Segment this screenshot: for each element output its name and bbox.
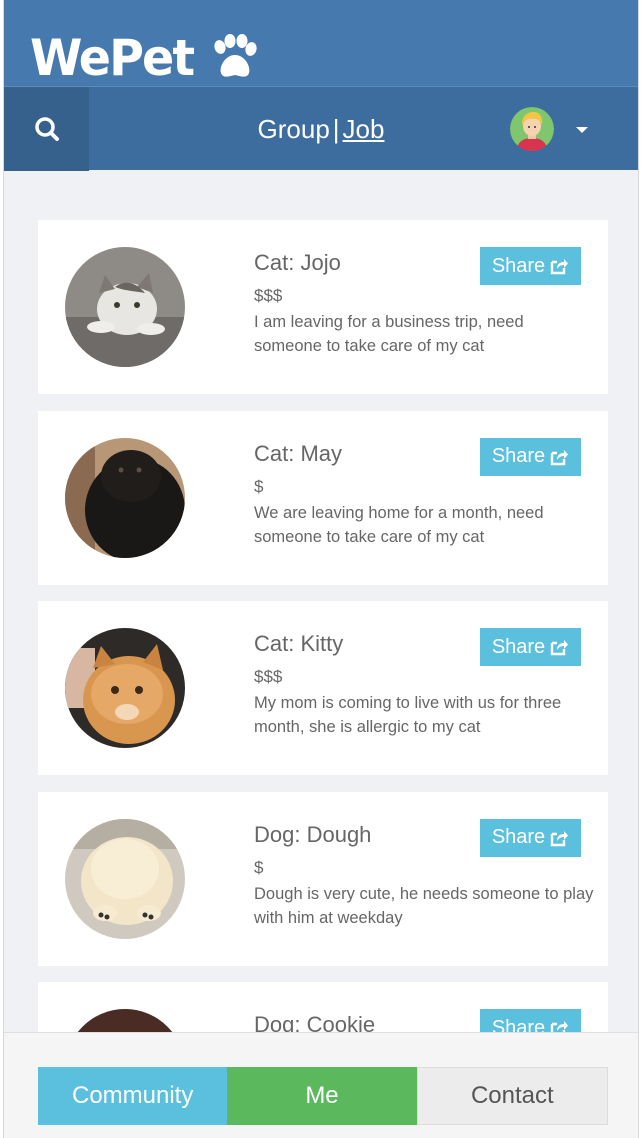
footer-tabs: Community Me Contact — [38, 1067, 608, 1125]
tab-contact[interactable]: Contact — [416, 1067, 608, 1125]
avatar-icon — [510, 107, 554, 151]
pet-photo — [65, 247, 185, 367]
pet-name: Cat: Kitty — [254, 631, 344, 656]
price-level: $ — [254, 476, 264, 496]
job-description: We are leaving home for a month, need so… — [254, 503, 544, 546]
price-level: $$$ — [254, 286, 283, 305]
brand-name: WePet — [30, 29, 195, 87]
job-description: I am leaving for a business trip, need s… — [254, 313, 524, 355]
price-level: $$$ — [254, 667, 283, 686]
job-card[interactable]: Cat: Kitty $$$ My mom is coming to live … — [38, 601, 608, 775]
brand-header: WePet — [4, 0, 638, 88]
share-label: Share — [491, 826, 546, 848]
share-label: Share — [491, 635, 546, 658]
share-button[interactable]: Share — [480, 247, 581, 285]
app-frame: WePet Group | Job Cat: Jojo $$$ I am lea… — [3, 0, 639, 1138]
job-card[interactable]: Cat: Jojo $$$ I am leaving for a busines… — [38, 220, 608, 394]
job-card[interactable]: Dog: Dough $ Dough is very cute, he need… — [38, 791, 608, 966]
share-icon — [550, 830, 569, 846]
pet-name: Cat: Jojo — [254, 250, 341, 275]
job-list: Cat: Jojo $$$ I am leaving for a busines… — [38, 220, 608, 1138]
share-icon — [550, 449, 569, 465]
pet-photo — [65, 437, 185, 558]
job-card[interactable]: Cat: May $ We are leaving home for a mon… — [38, 410, 608, 585]
job-description: Dough is very cute, he needs someone to … — [254, 884, 594, 927]
share-label: Share — [491, 445, 546, 467]
pet-name: Dog: Dough — [254, 821, 372, 847]
share-label: Share — [491, 254, 546, 277]
nav-bar: Group | Job — [4, 86, 638, 171]
nav-link-job[interactable]: Job — [343, 114, 385, 145]
share-button[interactable]: Share — [480, 628, 581, 666]
search-button[interactable] — [4, 87, 89, 171]
tab-me[interactable]: Me — [227, 1067, 417, 1125]
share-button[interactable]: Share — [480, 818, 581, 857]
pet-photo — [65, 628, 185, 748]
price-level: $ — [254, 857, 264, 877]
user-avatar[interactable] — [510, 107, 554, 151]
nav-link-group[interactable]: Group — [258, 114, 330, 145]
share-button[interactable]: Share — [480, 437, 581, 476]
nav-separator: | — [332, 113, 340, 144]
share-icon — [550, 259, 569, 275]
footer-nav: Community Me Contact — [4, 1032, 638, 1138]
chevron-down-icon[interactable] — [572, 123, 592, 137]
job-description: My mom is coming to live with us for thr… — [254, 694, 562, 736]
paw-icon — [214, 34, 257, 77]
search-icon — [34, 117, 59, 141]
pet-photo — [65, 818, 185, 939]
pet-name: Cat: May — [254, 440, 343, 466]
logo[interactable]: WePet — [30, 28, 258, 88]
tab-community[interactable]: Community — [38, 1067, 228, 1125]
share-icon — [550, 640, 569, 656]
